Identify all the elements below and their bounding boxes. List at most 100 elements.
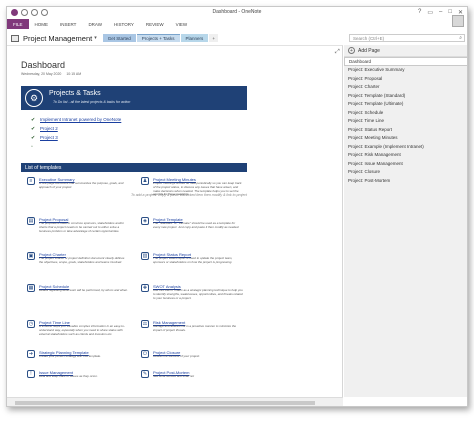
tab-history[interactable]: HISTORY [108,22,140,27]
page-time-text: 10:15 AM [66,72,82,76]
page-item[interactable]: Project: Time Line [344,117,467,126]
page-item[interactable]: Project: Example (Implement Intranet) [344,142,467,151]
template-desc: Project meetings should be held periodic… [153,181,242,197]
section-tabs: Get Started Projects + Tasks Planners + [102,34,218,42]
add-section-button[interactable]: + [209,34,218,42]
plus-icon: + [348,47,355,54]
page-list-pane: + Add Page Dashboard Project: Executive … [344,45,467,397]
template-desc: Manage and assess risk in a proactive ma… [153,324,237,332]
list-item: ✔ Project 2 [31,124,247,133]
projects-tasks-header: ⚙ Projects & Tasks To Do list - all the … [21,86,247,110]
tab-insert[interactable]: INSERT [54,22,82,27]
window-title: Dashboard - OneNote [212,9,262,15]
minimize-icon[interactable]: – [439,9,442,16]
page-item[interactable]: Project: Schedule [344,108,467,117]
checkbox-empty-icon[interactable]: ▫ [31,144,37,150]
closure-icon: ⏻ [141,350,149,358]
ribbon-tabs: FILE HOME INSERT DRAW HISTORY REVIEW VIE… [7,19,467,29]
template-desc: Details regarding what work will be perf… [39,288,129,292]
issue-icon: ! [27,370,35,378]
page-item[interactable]: Project: Executive Summary [344,66,467,75]
help-icon[interactable]: ? [418,9,421,16]
list-item: ✔ Implement Intranet powered by OneNote [31,115,247,124]
page-canvas[interactable]: ⤢ Dashboard Wednesday, 20 May 2020 10:15… [7,45,343,397]
templates-card: List of templates ≡ Executive Summary A … [21,163,247,393]
meeting-icon: ♟ [141,177,149,185]
tab-review[interactable]: REVIEW [140,22,170,27]
projects-tasks-title: Projects & Tasks [49,90,101,97]
page-date: Wednesday, 20 May 2020 10:15 AM [21,72,81,76]
title-bar: Dashboard - OneNote ? ▭ – □ ✕ [7,7,467,19]
page-item[interactable]: Project: Proposal [344,74,467,83]
tab-projects-tasks[interactable]: Projects + Tasks [136,34,180,42]
tab-get-started[interactable]: Get Started [102,34,136,42]
page-item[interactable]: Project: Charter [344,83,467,92]
page-item[interactable]: Project: Template (Ultimate) [344,100,467,109]
todo-link[interactable]: Project 3 [40,135,58,140]
checkbox-checked-icon[interactable]: ✔ [31,135,37,141]
projects-tasks-card: ⚙ Projects & Tasks To Do list - all the … [21,86,247,197]
horizontal-scrollbar[interactable] [7,397,343,406]
template-desc: The project status report is used to upd… [153,256,233,264]
timeline-icon: ◷ [27,320,35,328]
charter-icon: ▣ [27,252,35,260]
notebook-bar: Project Management ▾ Get Started Project… [7,32,343,44]
proposal-icon: ▤ [27,217,35,225]
todo-link[interactable]: Implement Intranet powered by OneNote [40,117,121,122]
schedule-icon: ▦ [27,284,35,292]
add-page-label: Add Page [358,47,380,54]
search-icon[interactable]: ⌕ [459,35,464,41]
notebook-icon[interactable] [11,34,19,42]
risk-icon: ⚖ [141,320,149,328]
template-desc: The proposal is used to convince sponsor… [39,221,124,233]
page-item[interactable]: Project: Post-Mortem [344,176,467,185]
page-date-text: Wednesday, 20 May 2020 [21,72,62,76]
page-title[interactable]: Dashboard [21,60,65,70]
templates-header: List of templates [21,163,247,172]
checkbox-checked-icon[interactable]: ✔ [31,126,37,132]
avatar[interactable] [452,15,464,27]
onenote-window: Dashboard - OneNote ? ▭ – □ ✕ FILE HOME … [6,6,468,407]
search-input[interactable]: Search (Ctrl+E) ⌕ [349,34,465,42]
template-desc: Create your perfect strategy with this t… [39,354,102,358]
swot-icon: ✚ [141,284,149,292]
restore-ribbon-icon[interactable]: ▭ [427,9,433,16]
search-placeholder: Search (Ctrl+E) [353,35,385,41]
template-desc: Assess the success of your project. [153,354,201,358]
tab-file[interactable]: FILE [7,19,29,29]
page-item[interactable]: Project: Issue Management [344,159,467,168]
page-item[interactable]: Project: Closure [344,168,467,177]
tab-view[interactable]: VIEW [170,22,194,27]
post-mortem-icon: ✎ [141,370,149,378]
checkbox-checked-icon[interactable]: ✔ [31,117,37,123]
add-page-button[interactable]: + Add Page [344,45,467,57]
projects-logo-icon: ⚙ [25,89,43,107]
list-item: ▫ [31,142,247,151]
page-item[interactable]: Project: Template (Standard) [344,91,467,100]
template-desc: See what worked and what not [153,374,195,378]
chevron-down-icon[interactable]: ▾ [94,35,97,41]
template-desc: The "Standard" or "Ultimate" should be u… [153,221,240,229]
list-item: ✔ Project 3 [31,133,247,142]
page-item[interactable]: Project: Risk Management [344,151,467,160]
tab-draw[interactable]: DRAW [82,22,108,27]
notebook-name[interactable]: Project Management [23,34,92,43]
tab-home[interactable]: HOME [29,22,55,27]
page-item[interactable]: Project: Status Report [344,125,467,134]
todo-list: ✔ Implement Intranet powered by OneNote … [31,115,247,151]
template-desc: A timeline helps you visualize complex i… [39,324,125,336]
tab-planners[interactable]: Planners [180,34,209,42]
status-report-icon: ▥ [141,252,149,260]
strategy-icon: ➜ [27,350,35,358]
template-desc: Use this SWOT matrix as a strategic plan… [153,288,243,300]
expand-icon[interactable]: ⤢ [335,49,340,56]
template-icon: ◈ [141,217,149,225]
page-item-dashboard[interactable]: Dashboard [344,57,467,66]
todo-link[interactable]: Project 2 [40,126,58,131]
summary-icon: ≡ [27,177,35,185]
projects-tasks-subtitle: To Do list - all the latest projects & t… [53,100,131,104]
page-item[interactable]: Project: Meeting Minutes [344,134,467,143]
scrollbar-thumb[interactable] [15,401,315,405]
template-desc: A one-page document that summarizes the … [39,181,124,189]
template-desc: Deal and keep track of issues as they oc… [39,374,98,378]
